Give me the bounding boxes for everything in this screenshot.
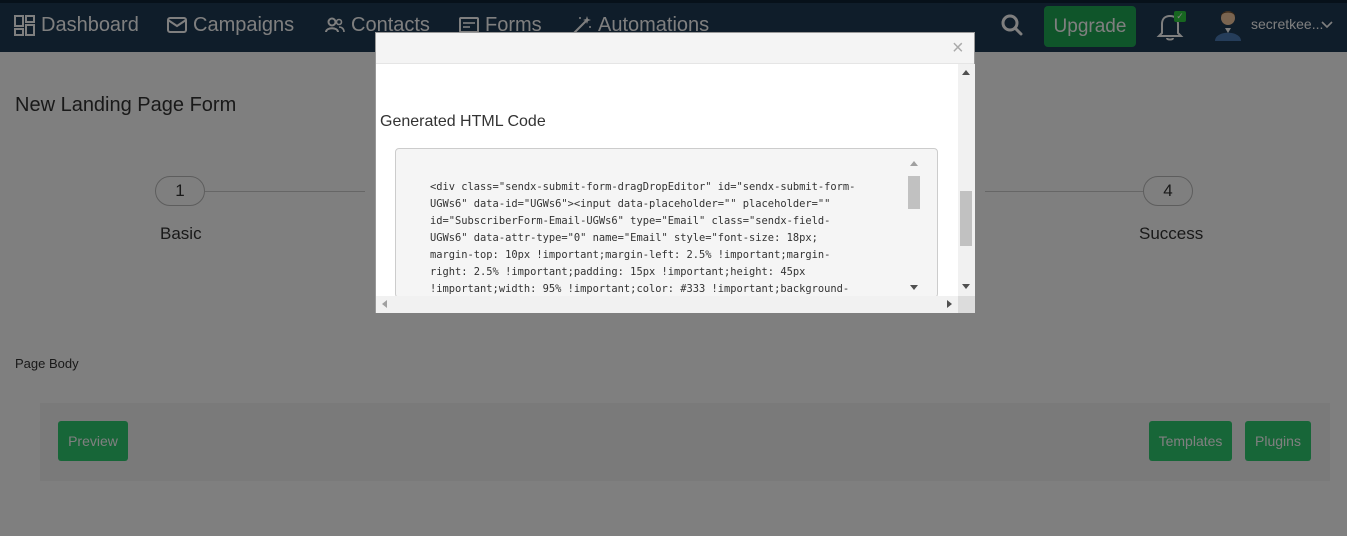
generated-code[interactable]: <div class="sendx-submit-form-dragDropEd… — [430, 179, 906, 297]
scrollbar-thumb[interactable] — [908, 176, 920, 209]
code-scrollbar[interactable] — [906, 159, 923, 297]
scroll-down-arrow[interactable] — [962, 284, 970, 289]
modal-horizontal-scrollbar[interactable] — [376, 296, 958, 313]
scroll-right-arrow[interactable] — [947, 300, 952, 308]
scrollbar-corner — [958, 296, 975, 313]
html-code-modal: × Generated HTML Code <div class="sendx-… — [375, 32, 975, 313]
scrollbar-thumb[interactable] — [960, 191, 972, 246]
scroll-left-arrow[interactable] — [382, 300, 387, 308]
modal-vertical-scrollbar[interactable] — [958, 64, 975, 296]
scroll-up-arrow[interactable] — [962, 70, 970, 75]
scroll-up-arrow[interactable] — [910, 161, 918, 166]
scroll-down-arrow[interactable] — [910, 285, 918, 290]
modal-header: × — [376, 33, 974, 64]
close-icon[interactable]: × — [952, 37, 964, 59]
modal-heading: Generated HTML Code — [380, 113, 546, 130]
code-textarea[interactable]: <div class="sendx-submit-form-dragDropEd… — [395, 148, 938, 298]
